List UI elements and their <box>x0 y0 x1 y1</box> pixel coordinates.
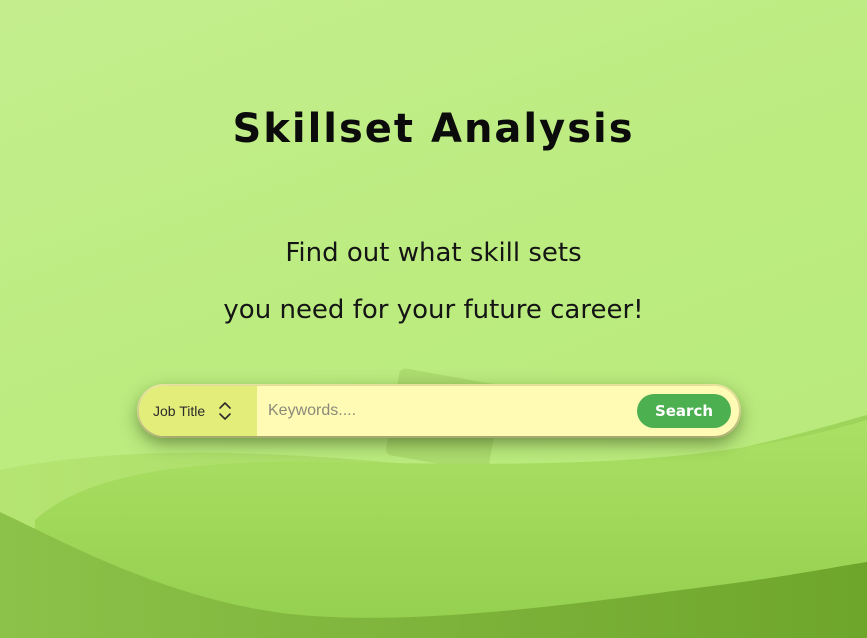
search-button[interactable]: Search <box>637 394 731 428</box>
chevron-up-down-icon <box>218 401 232 421</box>
job-title-select[interactable]: Job Title <box>139 386 257 436</box>
job-title-select-label: Job Title <box>153 403 206 419</box>
subtitle-line-2: you need for your future career! <box>223 295 644 325</box>
page-title: Skillset Analysis <box>232 106 635 152</box>
keyword-search-input[interactable] <box>257 386 637 436</box>
search-bar: Job Title Search <box>139 386 739 436</box>
subtitle-line-1: Find out what skill sets <box>285 238 582 268</box>
